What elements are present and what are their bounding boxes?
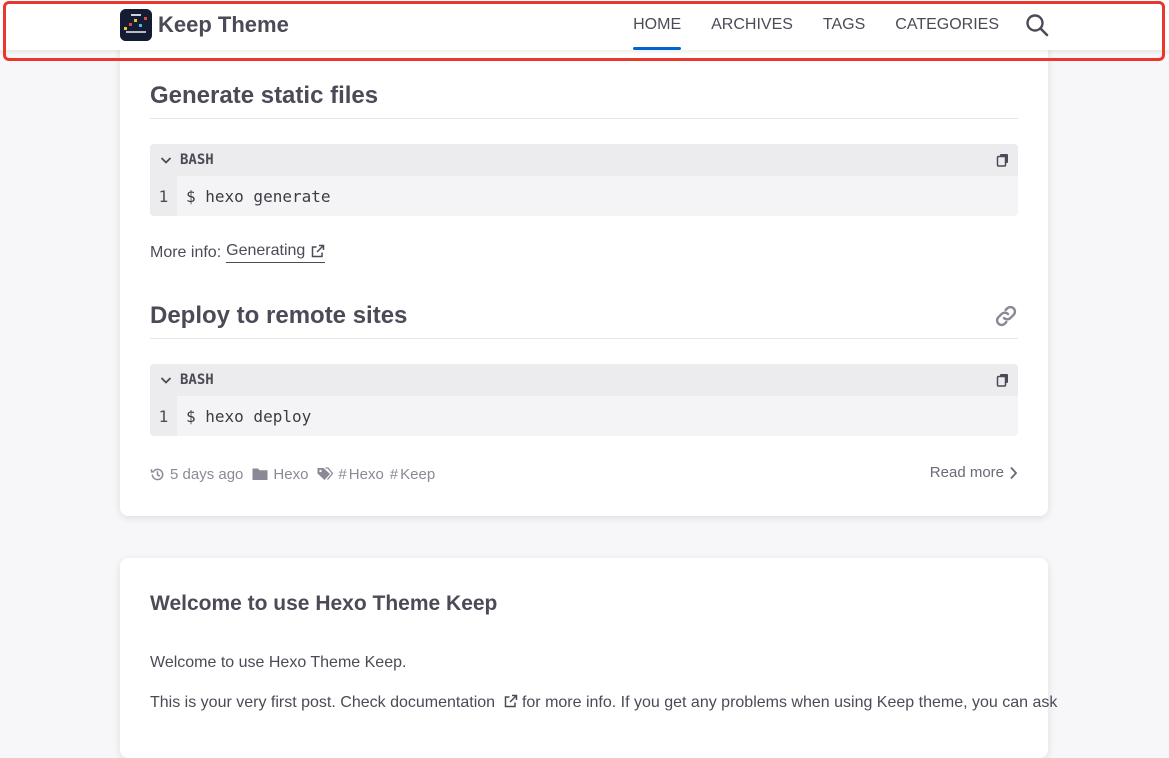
code-line-number: 1 (150, 396, 177, 436)
post-tags: # Hexo # Keep (317, 466, 435, 483)
nav-item-tags[interactable]: TAGS (823, 0, 865, 50)
section-divider (150, 118, 1018, 119)
post-meta: 5 days ago Hexo # Hexo # Keep Read more (150, 464, 1018, 484)
read-more-label: Read more (929, 464, 1004, 481)
code-language: BASH (180, 372, 214, 388)
code-body: 1 $ hexo deploy (150, 396, 1018, 436)
tag-text: Hexo (348, 465, 384, 483)
brand-name: Keep Theme (158, 12, 289, 37)
nav-item-categories[interactable]: CATEGORIES (895, 0, 999, 50)
chevron-down-icon[interactable] (160, 374, 172, 386)
post-paragraph-text: This is your very first post. Check (150, 694, 386, 711)
tag-hash: # (338, 465, 347, 483)
documentation-link[interactable]: documentation (390, 694, 522, 711)
read-more-link[interactable]: Read more (930, 464, 1018, 481)
code-line: $ hexo generate (186, 186, 331, 206)
post-card: Generate static files BASH 1 $ hexo gene… (120, 30, 1048, 516)
copy-icon[interactable] (996, 153, 1010, 167)
nav-item-home[interactable]: HOME (633, 0, 682, 50)
search-button[interactable] (1025, 13, 1049, 37)
section-title-generate: Generate static files (150, 82, 379, 109)
section-title-deploy: Deploy to remote sites (150, 302, 408, 329)
brand[interactable]: Keep Theme (120, 9, 289, 41)
more-info-line: More info: Generating (150, 242, 326, 263)
more-info-label: More info: (150, 243, 222, 261)
post-paragraph-text: for more info. If you get any problems w… (521, 694, 1058, 711)
code-block-header[interactable]: BASH (150, 364, 1018, 396)
generating-link[interactable]: Generating (226, 242, 326, 263)
post-time-text: 5 days ago (170, 465, 244, 483)
post-paragraph: This is your very first post. Check docu… (150, 694, 1057, 712)
search-icon (1026, 14, 1049, 37)
post-time: 5 days ago (150, 466, 243, 483)
nav-item-archives[interactable]: ARCHIVES (711, 0, 793, 50)
post-category-text: Hexo (273, 465, 309, 483)
post-title[interactable]: Welcome to use Hexo Theme Keep (150, 592, 497, 616)
section-divider (150, 338, 1018, 339)
history-icon (150, 468, 164, 480)
generating-link-label: Generating (226, 242, 306, 259)
tag-link-hexo[interactable]: # Hexo (338, 466, 383, 483)
chevron-right-icon (1010, 466, 1018, 479)
tag-text: Keep (400, 465, 436, 483)
external-link-icon (504, 694, 517, 708)
copy-icon[interactable] (996, 373, 1010, 387)
code-language: BASH (180, 152, 214, 168)
external-link-icon (312, 244, 325, 258)
tags-icon (317, 467, 334, 480)
brand-logo-icon (120, 9, 152, 41)
code-block: BASH 1 $ hexo generate (150, 144, 1018, 216)
folder-icon (252, 468, 268, 480)
code-block-header[interactable]: BASH (150, 144, 1018, 176)
chevron-down-icon[interactable] (160, 154, 172, 166)
tag-hash: # (389, 465, 399, 483)
code-body: 1 $ hexo generate (150, 176, 1018, 216)
site-header: Keep Theme HOME ARCHIVES TAGS CATEGORIES (0, 0, 1169, 50)
post-paragraph: Welcome to use Hexo Theme Keep. (150, 654, 407, 671)
main-nav: HOME ARCHIVES TAGS CATEGORIES (603, 0, 1049, 50)
post-card: Welcome to use Hexo Theme Keep Welcome t… (120, 558, 1057, 758)
code-block: BASH 1 $ hexo deploy (150, 364, 1018, 436)
anchor-link-icon[interactable] (994, 304, 1018, 328)
documentation-link-label: documentation (390, 694, 496, 711)
post-category[interactable]: Hexo (252, 466, 308, 483)
code-line-number: 1 (150, 176, 177, 216)
code-line: $ hexo deploy (186, 406, 312, 426)
tag-link-keep[interactable]: # Keep (390, 466, 435, 483)
